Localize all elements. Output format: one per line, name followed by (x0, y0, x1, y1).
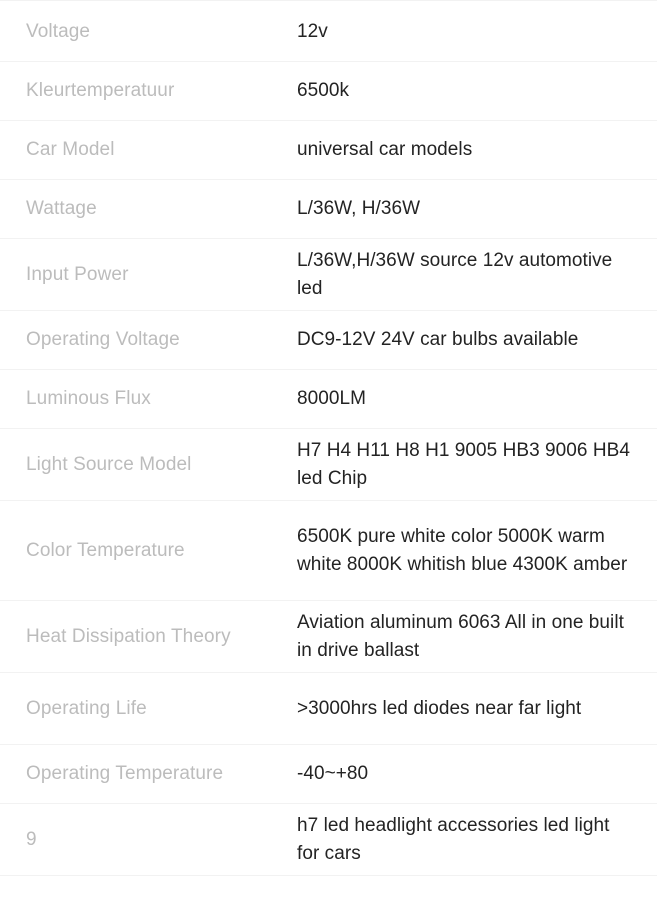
table-row: Color Temperature 6500K pure white color … (0, 501, 657, 601)
table-row: Car Model universal car models (0, 121, 657, 180)
spec-value: 6500K pure white color 5000K warm white … (297, 525, 628, 575)
spec-label: Light Source Model (26, 453, 192, 475)
spec-label: Operating Voltage (26, 329, 180, 350)
table-row: Voltage 12v (0, 3, 657, 62)
spec-label: Wattage (26, 198, 97, 219)
spec-label: Kleurtemperatuur (26, 80, 175, 101)
table-row: Kleurtemperatuur 6500k (0, 62, 657, 121)
table-row: Heat Dissipation Theory Aviation aluminum… (0, 601, 657, 673)
spec-value: 12v (297, 21, 328, 42)
spec-value: L/36W, H/36W (297, 198, 421, 219)
spec-value: universal car models (297, 139, 473, 160)
spec-value: 8000LM (297, 388, 366, 409)
table-row: Wattage L/36W, H/36W (0, 180, 657, 239)
table-row: Light Source Model H7 H4 H11 H8 H1 9005 H… (0, 429, 657, 501)
spec-label: Color Temperature (26, 539, 185, 561)
spec-label: Luminous Flux (26, 388, 151, 409)
spec-value: -40~+80 (297, 763, 369, 784)
table-row: Operating Temperature -40~+80 (0, 745, 657, 804)
product-spec-table: Voltage 12v Kleurtemperatuur 6500k Car Model… (0, 0, 657, 876)
spec-value: Aviation aluminum 6063 All in one built … (297, 611, 624, 661)
table-row: 9 h7 led headlight accessories led light … (0, 804, 657, 876)
spec-label: Heat Dissipation Theory (26, 625, 231, 647)
spec-label: Operating Life (26, 697, 147, 719)
spec-value: DC9-12V 24V car bulbs available (297, 329, 579, 350)
spec-label: Operating Temperature (26, 763, 224, 784)
table-row: Operating Life >3000hrs led diodes near f… (0, 673, 657, 745)
table-row: Luminous Flux 8000LM (0, 370, 657, 429)
spec-label: Input Power (26, 263, 129, 285)
spec-value: H7 H4 H11 H8 H1 9005 HB3 9006 HB4 led Ch… (297, 439, 630, 489)
spec-label: Voltage (26, 21, 91, 42)
spec-value: h7 led headlight accessories led light f… (297, 814, 610, 864)
table-row: Input Power L/36W,H/36W source 12v automo… (0, 239, 657, 311)
table-row: Operating Voltage DC9-12V 24V car bulbs a… (0, 311, 657, 370)
spec-value: >3000hrs led diodes near far light (297, 697, 582, 719)
spec-label: Car Model (26, 139, 115, 160)
spec-value: L/36W,H/36W source 12v automotive led (297, 249, 613, 299)
spec-value: 6500k (297, 80, 350, 101)
spec-label: 9 (26, 828, 37, 850)
